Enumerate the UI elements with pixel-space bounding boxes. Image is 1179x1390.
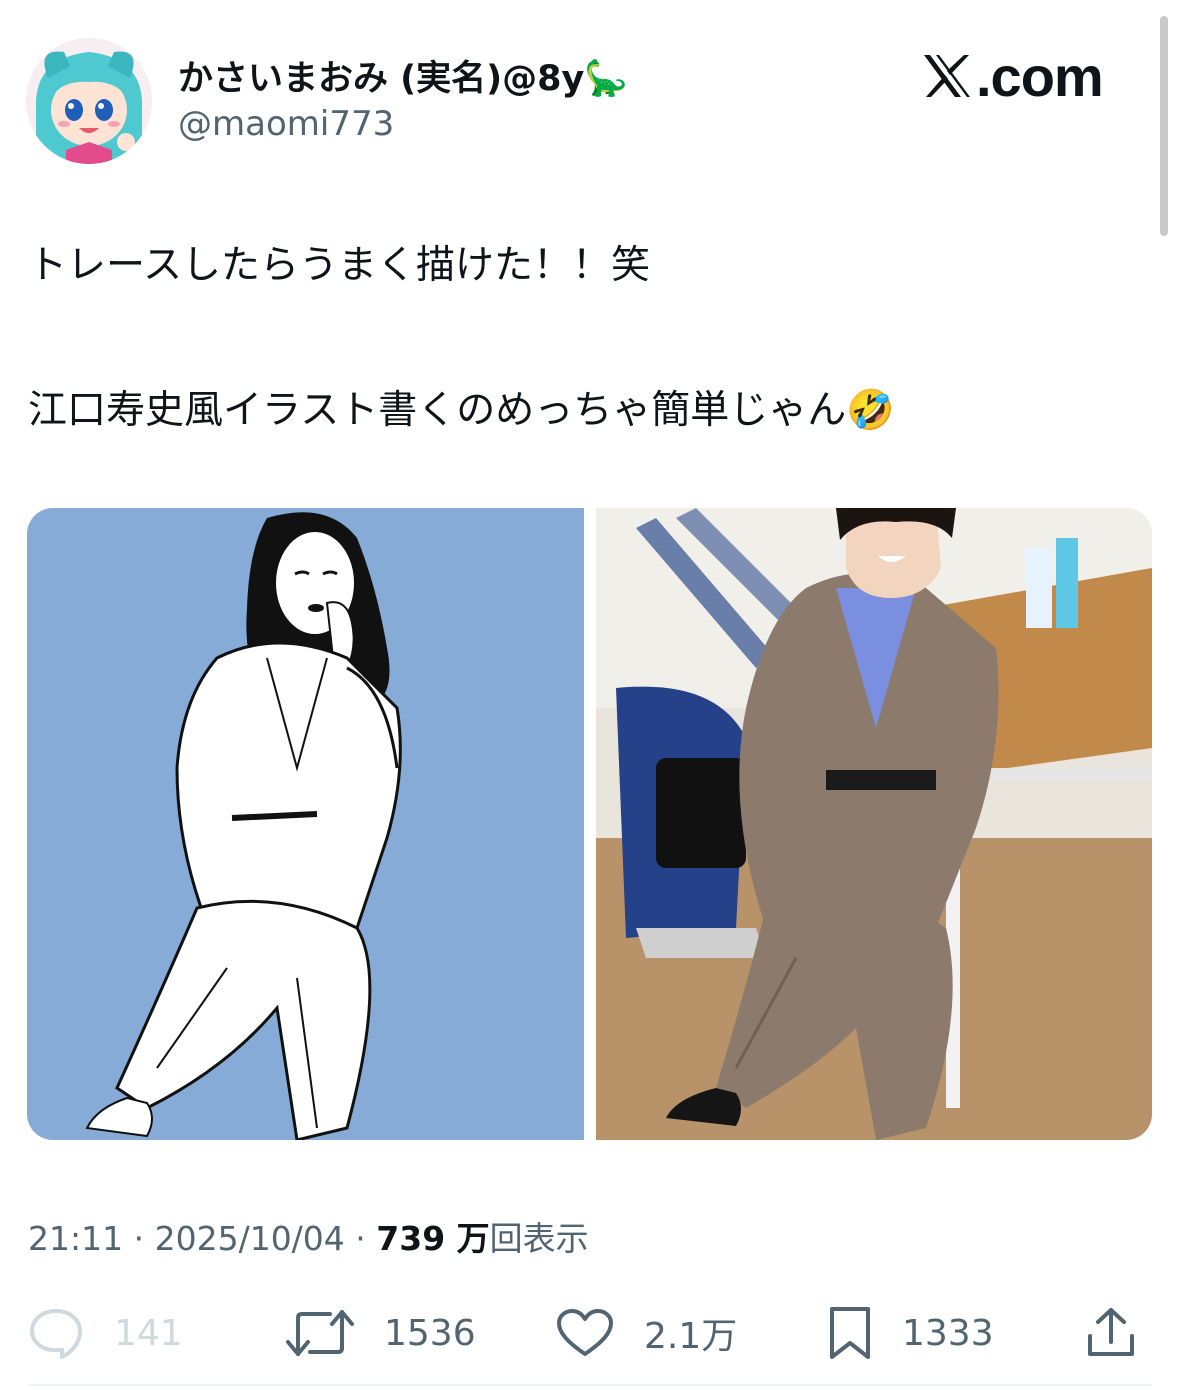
tweet-line-1: トレースしたらうまく描けた！！笑: [28, 243, 651, 288]
media-grid: [27, 508, 1152, 1140]
tweet-header: かさいまおみ (実名)@8y🦕 @maomi773 .com: [0, 0, 1179, 170]
reply-count: 141: [114, 1312, 183, 1354]
bookmark-count: 1333: [902, 1312, 994, 1354]
tweet-text: トレースしたらうまく描けた！！笑 江口寿史風イラスト書くのめっちゃ簡単じゃん🤣: [28, 238, 1148, 439]
display-name[interactable]: かさいまおみ (実名)@8y🦕: [178, 50, 628, 101]
user-handle[interactable]: @maomi773: [178, 104, 394, 144]
bookmark-button[interactable]: 1333: [828, 1304, 994, 1362]
tweet-gap: [28, 294, 1148, 383]
meta-separator: ·: [355, 1219, 377, 1258]
action-bar: 141 1536 2.1万 1333: [0, 1296, 1179, 1366]
reply-icon: [30, 1309, 82, 1359]
media-image-photo[interactable]: [595, 508, 1153, 1140]
retweet-count: 1536: [384, 1312, 476, 1354]
tweet-meta: 21:11 · 2025/10/04 · 739 万回表示: [28, 1212, 589, 1260]
avatar-illustration: [26, 38, 152, 164]
like-button[interactable]: 2.1万: [556, 1304, 737, 1362]
heart-icon: [557, 1309, 613, 1356]
line-art-illustration: [27, 508, 584, 1140]
tweet-date[interactable]: 2025/10/04: [155, 1219, 345, 1258]
share-icon: [1088, 1308, 1134, 1356]
meta-separator: ·: [133, 1219, 155, 1258]
share-button[interactable]: [1084, 1304, 1138, 1362]
divider: [28, 1384, 1152, 1386]
tweet-line-2: 江口寿史風イラスト書くのめっちゃ簡単じゃん🤣: [28, 388, 895, 433]
reference-photo: [595, 508, 1152, 1140]
media-image-illustration[interactable]: [27, 508, 584, 1140]
retweet-icon: [286, 1310, 354, 1356]
x-logo-icon: [924, 55, 970, 97]
view-count: 739 万: [376, 1219, 490, 1258]
like-count: 2.1万: [644, 1316, 738, 1357]
retweet-button[interactable]: 1536: [286, 1304, 476, 1362]
x-logo-domain: .com: [976, 44, 1104, 108]
view-label: 回表示: [489, 1219, 589, 1258]
reply-button[interactable]: 141: [28, 1304, 183, 1362]
tweet-time[interactable]: 21:11: [28, 1219, 123, 1258]
x-brand-logo: .com: [922, 44, 1104, 108]
avatar[interactable]: [26, 38, 152, 164]
bookmark-icon: [830, 1307, 870, 1359]
